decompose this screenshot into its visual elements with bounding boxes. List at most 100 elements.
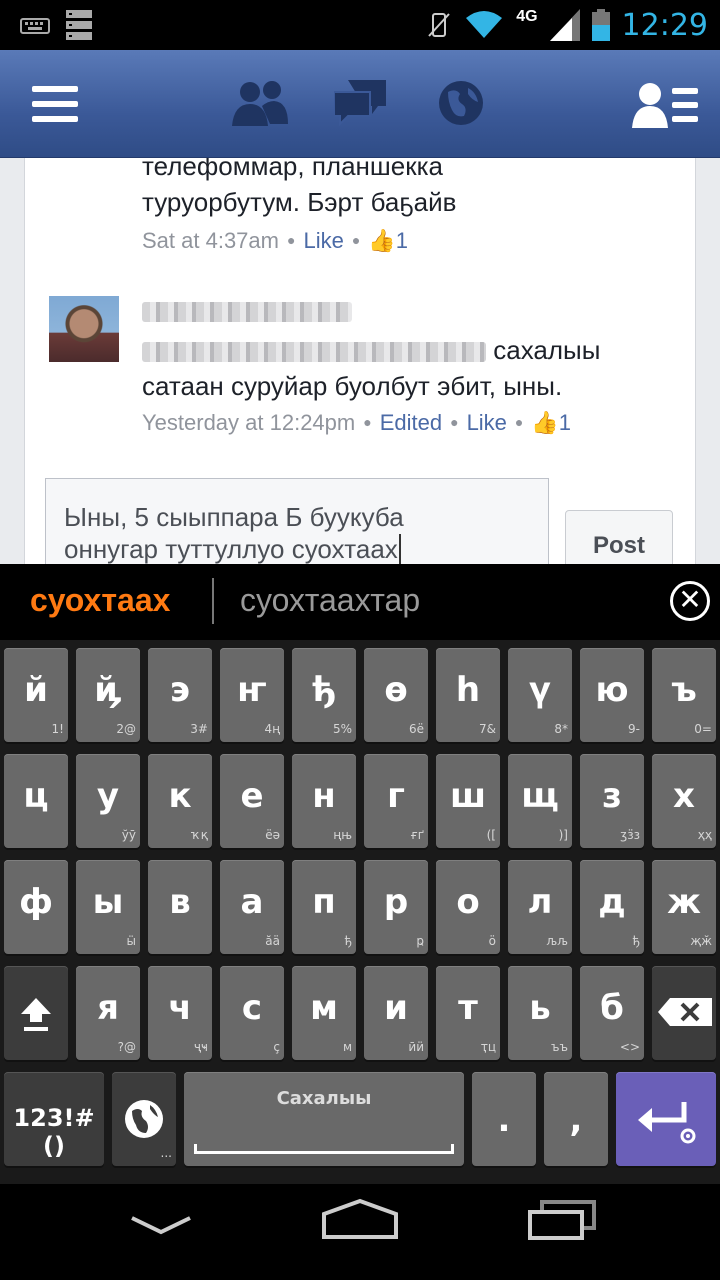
text-cursor bbox=[398, 534, 401, 564]
key-label: я bbox=[97, 988, 119, 1028]
key-hint: ҏ bbox=[416, 934, 424, 948]
recent-apps-icon[interactable] bbox=[526, 1200, 596, 1240]
key-hint: ӡӟз bbox=[620, 828, 640, 842]
key-а[interactable]: а ӑӓ bbox=[220, 860, 284, 954]
post-button[interactable]: Post bbox=[565, 510, 673, 564]
suggestion-primary[interactable]: суохтаах bbox=[30, 582, 170, 619]
battery-icon bbox=[591, 9, 610, 41]
key-hint: ғґ bbox=[410, 828, 424, 842]
key-у[interactable]: у ўӯ bbox=[76, 754, 140, 848]
key-label: е bbox=[240, 776, 264, 816]
notifications-globe-icon[interactable] bbox=[438, 80, 484, 126]
key-ф[interactable]: ф bbox=[4, 860, 68, 954]
comma-key[interactable]: , bbox=[544, 1072, 608, 1166]
key-с[interactable]: сç bbox=[220, 966, 284, 1060]
key-з[interactable]: з ӡӟз bbox=[580, 754, 644, 848]
key-hint: ӣӥ bbox=[408, 1040, 424, 1054]
key-hint: ҡқ bbox=[190, 828, 208, 842]
key-label: и bbox=[384, 988, 408, 1028]
storage-icon bbox=[66, 10, 92, 40]
close-suggestions-icon[interactable]: ✕ bbox=[670, 581, 710, 621]
key-щ[interactable]: щ)] bbox=[508, 754, 572, 848]
key-label: д bbox=[598, 882, 626, 922]
friends-icon[interactable] bbox=[232, 80, 288, 126]
key-label: у bbox=[96, 776, 120, 816]
messages-icon[interactable] bbox=[334, 80, 386, 126]
suggestion-secondary[interactable]: суохтаахтар bbox=[240, 582, 420, 619]
enter-key[interactable] bbox=[616, 1072, 716, 1166]
key-hint: 7& bbox=[479, 722, 496, 736]
period-key[interactable]: . bbox=[472, 1072, 536, 1166]
space-key[interactable]: Сахалыы bbox=[184, 1072, 464, 1166]
key-ъ[interactable]: ъ 0= bbox=[652, 648, 716, 742]
key-т[interactable]: т ҭц bbox=[436, 966, 500, 1060]
key-label: л bbox=[527, 882, 553, 922]
shift-key[interactable] bbox=[4, 966, 68, 1060]
key-м[interactable]: мм bbox=[292, 966, 356, 1060]
menu-icon[interactable] bbox=[32, 84, 78, 124]
comment-input[interactable]: Ыны, 5 сыыппара Б буукуба оннугар туттул… bbox=[45, 478, 549, 564]
backspace-key[interactable] bbox=[652, 966, 716, 1060]
symbols-key[interactable]: 123!#() bbox=[4, 1072, 104, 1166]
composer-area: Ыны, 5 сыыппара Б буукуба оннугар туттул… bbox=[0, 158, 720, 564]
suggestion-strip: суохтаах суохтаахтар ✕ bbox=[0, 564, 720, 640]
key-һ[interactable]: һ 7& bbox=[436, 648, 500, 742]
key-hint: )] bbox=[558, 828, 568, 842]
key-hint: ђ bbox=[632, 934, 641, 948]
backspace-icon bbox=[658, 998, 712, 1026]
key-ш[interactable]: ш ([ bbox=[436, 754, 500, 848]
key-ч[interactable]: ч ҷҹ bbox=[148, 966, 212, 1060]
wifi-icon bbox=[466, 11, 503, 38]
back-chevron-icon[interactable] bbox=[130, 1214, 192, 1238]
key-ю[interactable]: ю 9- bbox=[580, 648, 644, 742]
key-я[interactable]: я ?@ bbox=[76, 966, 140, 1060]
vibrate-off-icon bbox=[428, 13, 450, 37]
key-label: р bbox=[383, 882, 409, 922]
key-label: й bbox=[24, 670, 48, 710]
key-п[interactable]: пђ bbox=[292, 860, 356, 954]
navigation-bar bbox=[0, 1184, 720, 1280]
key-е[interactable]: е ёә bbox=[220, 754, 284, 848]
current-word: суохтаах bbox=[291, 534, 398, 564]
key-ц[interactable]: ц bbox=[4, 754, 68, 848]
globe-icon bbox=[125, 1100, 163, 1138]
key-э[interactable]: э 3# bbox=[148, 648, 212, 742]
key-label: ц bbox=[23, 776, 49, 816]
key-б[interactable]: б <> bbox=[580, 966, 644, 1060]
key-р[interactable]: рҏ bbox=[364, 860, 428, 954]
key-и[interactable]: и ӣӥ bbox=[364, 966, 428, 1060]
key-к[interactable]: к ҡқ bbox=[148, 754, 212, 848]
key-ҋ[interactable]: ҋ 2@ bbox=[76, 648, 140, 742]
key-label: т bbox=[458, 988, 478, 1028]
key-hint: ([ bbox=[486, 828, 496, 842]
key-label: а bbox=[240, 882, 264, 922]
key-hint: 3# bbox=[190, 722, 208, 736]
suggestion-divider bbox=[212, 578, 214, 624]
key-hint: ъъ bbox=[551, 1040, 568, 1054]
key-ы[interactable]: ыӹ bbox=[76, 860, 140, 954]
key-ө[interactable]: ө 6ё bbox=[364, 648, 428, 742]
key-hint: ... bbox=[160, 1146, 172, 1160]
key-ь[interactable]: ь ъъ bbox=[508, 966, 572, 1060]
key-hint: 0= bbox=[694, 722, 712, 736]
language-key[interactable]: ... bbox=[112, 1072, 176, 1166]
key-х[interactable]: х ҳҳ bbox=[652, 754, 716, 848]
key-й[interactable]: й 1! bbox=[4, 648, 68, 742]
home-icon[interactable] bbox=[320, 1198, 400, 1240]
key-в[interactable]: в bbox=[148, 860, 212, 954]
key-ү[interactable]: ү 8* bbox=[508, 648, 572, 742]
key-о[interactable]: оӧ bbox=[436, 860, 500, 954]
key-label: з bbox=[602, 776, 622, 816]
key-д[interactable]: дђ bbox=[580, 860, 644, 954]
key-label: э bbox=[169, 670, 191, 710]
key-ђ[interactable]: ђ 5% bbox=[292, 648, 356, 742]
key-label: ъ bbox=[671, 670, 697, 710]
key-hint: м bbox=[342, 1040, 352, 1054]
profile-list-icon[interactable] bbox=[632, 82, 698, 128]
key-hint: љљ bbox=[546, 934, 568, 948]
key-г[interactable]: г ғґ bbox=[364, 754, 428, 848]
key-н[interactable]: н ңњ bbox=[292, 754, 356, 848]
key-ж[interactable]: ж җӂ bbox=[652, 860, 716, 954]
key-ҥ[interactable]: ҥ 4ң bbox=[220, 648, 284, 742]
key-л[interactable]: л љљ bbox=[508, 860, 572, 954]
